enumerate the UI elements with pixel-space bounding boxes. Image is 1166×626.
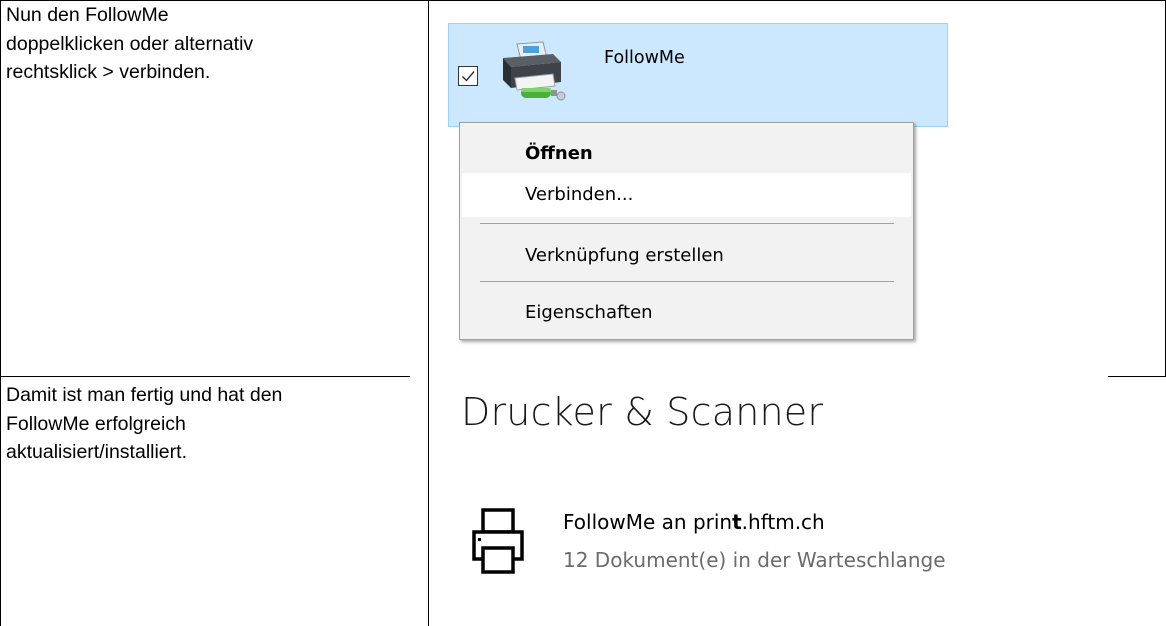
menu-item-connect[interactable]: Verbinden... — [462, 173, 911, 217]
instruction-line: rechtsklick > verbinden. — [6, 61, 211, 83]
settings-page-title: Drucker & Scanner — [461, 390, 824, 434]
printer-name-bold: t — [732, 510, 742, 534]
instruction-text-row-2: Damit ist man fertig und hat den FollowM… — [6, 381, 282, 467]
item-checkbox[interactable] — [458, 66, 478, 86]
instruction-line: Nun den FollowMe — [6, 4, 169, 26]
printer-name-prefix: FollowMe an prin — [563, 510, 733, 534]
printer-queue-status: 12 Dokument(e) in der Warteschlange — [563, 548, 946, 572]
table-column-divider — [428, 0, 429, 626]
printer-icon — [472, 508, 524, 574]
table-border-left — [0, 0, 1, 626]
menu-separator — [480, 223, 894, 224]
table-row-divider — [0, 376, 410, 377]
context-menu: Öffnen Verbinden... Verknüpfung erstelle… — [459, 122, 914, 340]
printer-item-label: FollowMe — [604, 48, 685, 68]
instruction-line: doppelklicken oder alternativ — [6, 32, 254, 55]
menu-item-create-shortcut[interactable]: Verknüpfung erstellen — [462, 234, 911, 278]
instruction-line: FollowMe erfolgreich — [6, 412, 186, 435]
menu-item-open[interactable]: Öffnen — [462, 132, 911, 176]
table-row-divider-right — [1108, 376, 1166, 377]
followme-printer-item[interactable]: FollowMe — [448, 23, 948, 127]
menu-item-properties[interactable]: Eigenschaften — [462, 291, 911, 335]
instruction-line: aktualisiert/installiert. — [6, 441, 187, 463]
instruction-line: Damit ist man fertig und hat den — [6, 384, 283, 406]
printer-name[interactable]: FollowMe an print.hftm.ch — [563, 510, 825, 534]
printer-name-suffix: .hftm.ch — [741, 510, 825, 534]
instruction-text-row-1: Nun den FollowMe doppelklicken oder alte… — [6, 1, 253, 87]
menu-separator — [480, 281, 894, 282]
network-printer-icon — [503, 41, 566, 101]
checkmark-icon — [462, 71, 475, 82]
